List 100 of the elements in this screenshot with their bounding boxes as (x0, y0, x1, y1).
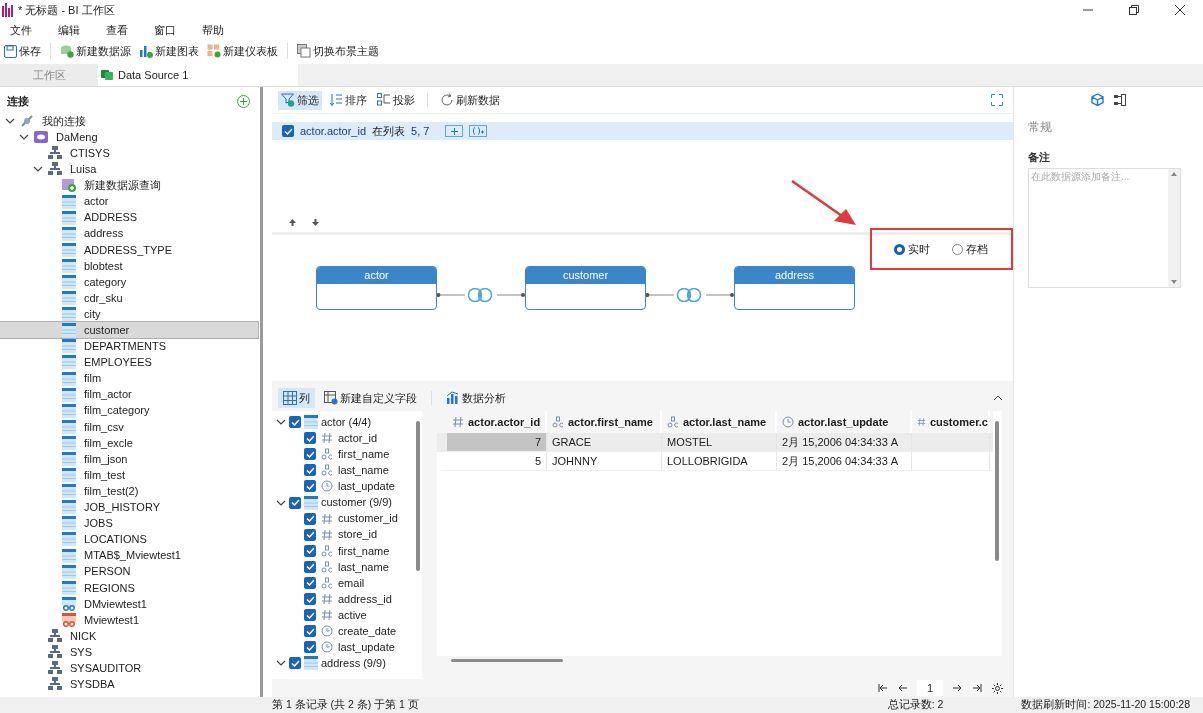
add-icon[interactable] (237, 94, 250, 108)
tree-item[interactable]: address (0, 225, 258, 242)
first-page-icon[interactable] (878, 684, 888, 692)
checkbox[interactable] (304, 528, 316, 541)
menu-item[interactable]: 编辑 (54, 21, 90, 39)
checkbox[interactable] (304, 512, 316, 525)
note-field[interactable]: 在此数据源添加备注... (1028, 167, 1181, 288)
tree-item[interactable]: film_test(2) (0, 483, 258, 500)
checkbox[interactable] (289, 496, 301, 509)
tree-item[interactable]: film_test (0, 467, 258, 484)
next-page-icon[interactable] (953, 684, 962, 692)
checkbox[interactable] (289, 416, 301, 429)
tree-item[interactable]: DEPARTMENTS (0, 338, 258, 355)
collapse-icon[interactable] (993, 395, 1003, 401)
tree-item[interactable]: category (0, 273, 258, 291)
filter-row[interactable]: actor.actor_id 在列表 5, 7 (272, 122, 1013, 140)
menu-item[interactable]: 窗口 (150, 21, 186, 39)
filter-field[interactable]: actor.actor_id (300, 122, 367, 140)
checkbox[interactable] (304, 609, 316, 622)
tree-item[interactable]: film (0, 370, 258, 387)
tree-item[interactable]: SYSAUDITOR (0, 660, 258, 677)
radio-option[interactable]: 存档 (952, 240, 988, 258)
tree-item[interactable]: 新建数据源查询 (0, 177, 258, 194)
toolbar-button[interactable]: 排序 (326, 90, 370, 110)
scroll-up-icon[interactable] (1171, 171, 1177, 176)
tree-item[interactable]: ADDRESS_TYPE (0, 241, 258, 258)
field-label[interactable]: first_name (338, 542, 390, 560)
checkbox[interactable] (282, 125, 294, 137)
table-row[interactable]: 5 JOHNNY LOLLOBRIGIDA 2月 15,2006 04:34:33 A (437, 452, 993, 471)
tree-item[interactable]: JOB_HISTORY (0, 499, 258, 516)
fullscreen-icon[interactable] (991, 94, 1003, 106)
tree-item[interactable]: NICK (0, 628, 258, 645)
field-label[interactable]: create_date (338, 623, 397, 640)
tree-item[interactable]: city (0, 306, 258, 323)
relation-icon[interactable] (1114, 93, 1126, 106)
toolbar-button[interactable]: 新建仪表板 (206, 42, 279, 60)
field-label[interactable]: last_name (338, 462, 389, 479)
radio-option[interactable]: 实时 (894, 240, 930, 258)
tree-item[interactable]: film_actor (0, 386, 258, 403)
toolbar-button[interactable]: 切换布景主题 (296, 42, 380, 60)
last-page-icon[interactable] (972, 684, 982, 692)
tab[interactable]: Data Source 1 (98, 64, 298, 86)
tree-item[interactable]: customer (0, 322, 258, 339)
field-group-label[interactable]: address (9/9) (321, 655, 386, 672)
checkbox[interactable] (304, 625, 316, 638)
field-label[interactable]: first_name (338, 446, 390, 463)
tree-item[interactable]: SYS (0, 644, 258, 661)
menu-item[interactable]: 查看 (102, 21, 138, 39)
tree-item[interactable]: LOCATIONS (0, 531, 258, 548)
toolbar-button[interactable]: 数据分析 (441, 388, 511, 408)
field-label[interactable]: last_name (338, 558, 389, 576)
toolbar-button[interactable]: 筛选 (278, 90, 322, 110)
scrollbar[interactable] (1168, 168, 1180, 287)
checkbox[interactable] (304, 480, 316, 493)
move-down-icon[interactable] (312, 219, 319, 226)
scroll-down-icon[interactable] (1171, 279, 1177, 284)
settings-icon[interactable] (992, 682, 1003, 694)
checkbox[interactable] (304, 544, 316, 557)
checkbox[interactable] (304, 560, 316, 573)
checkbox[interactable] (304, 641, 316, 654)
previous-page-icon[interactable] (898, 684, 907, 692)
field-group-label[interactable]: actor (4/4) (321, 413, 372, 431)
tree-item[interactable]: actor (0, 193, 258, 210)
toolbar-button[interactable]: 刷新数据 (437, 90, 503, 110)
field-label[interactable]: active (338, 606, 367, 624)
tree-item[interactable]: film_category (0, 402, 258, 419)
checkbox[interactable] (289, 657, 301, 670)
toolbar-button[interactable]: 新建数据源 (59, 42, 132, 60)
tree-item[interactable]: EMPLOYEES (0, 354, 258, 371)
join-icon[interactable] (437, 288, 525, 302)
menu-item[interactable]: 文件 (6, 21, 42, 39)
checkbox[interactable] (304, 464, 316, 477)
tree-item[interactable]: DMviewtest1 (0, 595, 258, 612)
field-label[interactable]: last_update (338, 478, 395, 495)
add-group-button[interactable] (469, 125, 488, 137)
tree-item[interactable]: Mviewtest1 (0, 611, 258, 628)
field-label[interactable]: email (338, 574, 365, 592)
tree-item[interactable]: ADDRESS (0, 209, 258, 226)
tree-item[interactable]: cdr_sku (0, 290, 258, 307)
filter-operator[interactable]: 在列表 (372, 122, 406, 140)
tree-item[interactable]: DaMeng (0, 129, 258, 146)
toolbar-button[interactable]: 列 (278, 388, 315, 408)
checkbox[interactable] (304, 432, 316, 445)
table-node[interactable]: address (734, 266, 855, 310)
checkbox[interactable] (304, 577, 316, 589)
field-label[interactable]: store_id (338, 526, 378, 543)
filter-value[interactable]: 5, 7 (411, 122, 430, 140)
tree-item[interactable]: film_csv (0, 418, 258, 435)
tree-item[interactable]: MTAB$_Mviewtest1 (0, 547, 258, 564)
field-label[interactable]: actor_id (338, 429, 378, 447)
toolbar-button[interactable]: 保存 (3, 42, 42, 60)
toolbar-button[interactable]: 投影 (374, 90, 418, 110)
join-icon[interactable] (646, 288, 734, 302)
tree-item[interactable]: film_excle (0, 434, 258, 451)
toolbar-button[interactable]: 新建图表 (138, 42, 200, 60)
checkbox[interactable] (304, 448, 316, 461)
tree-item[interactable]: 我的连接 (0, 113, 258, 130)
tree-item[interactable]: CTISYS (0, 145, 258, 162)
tree-item[interactable]: REGIONS (0, 579, 258, 596)
tree-item[interactable]: SYSDBA (0, 676, 258, 693)
